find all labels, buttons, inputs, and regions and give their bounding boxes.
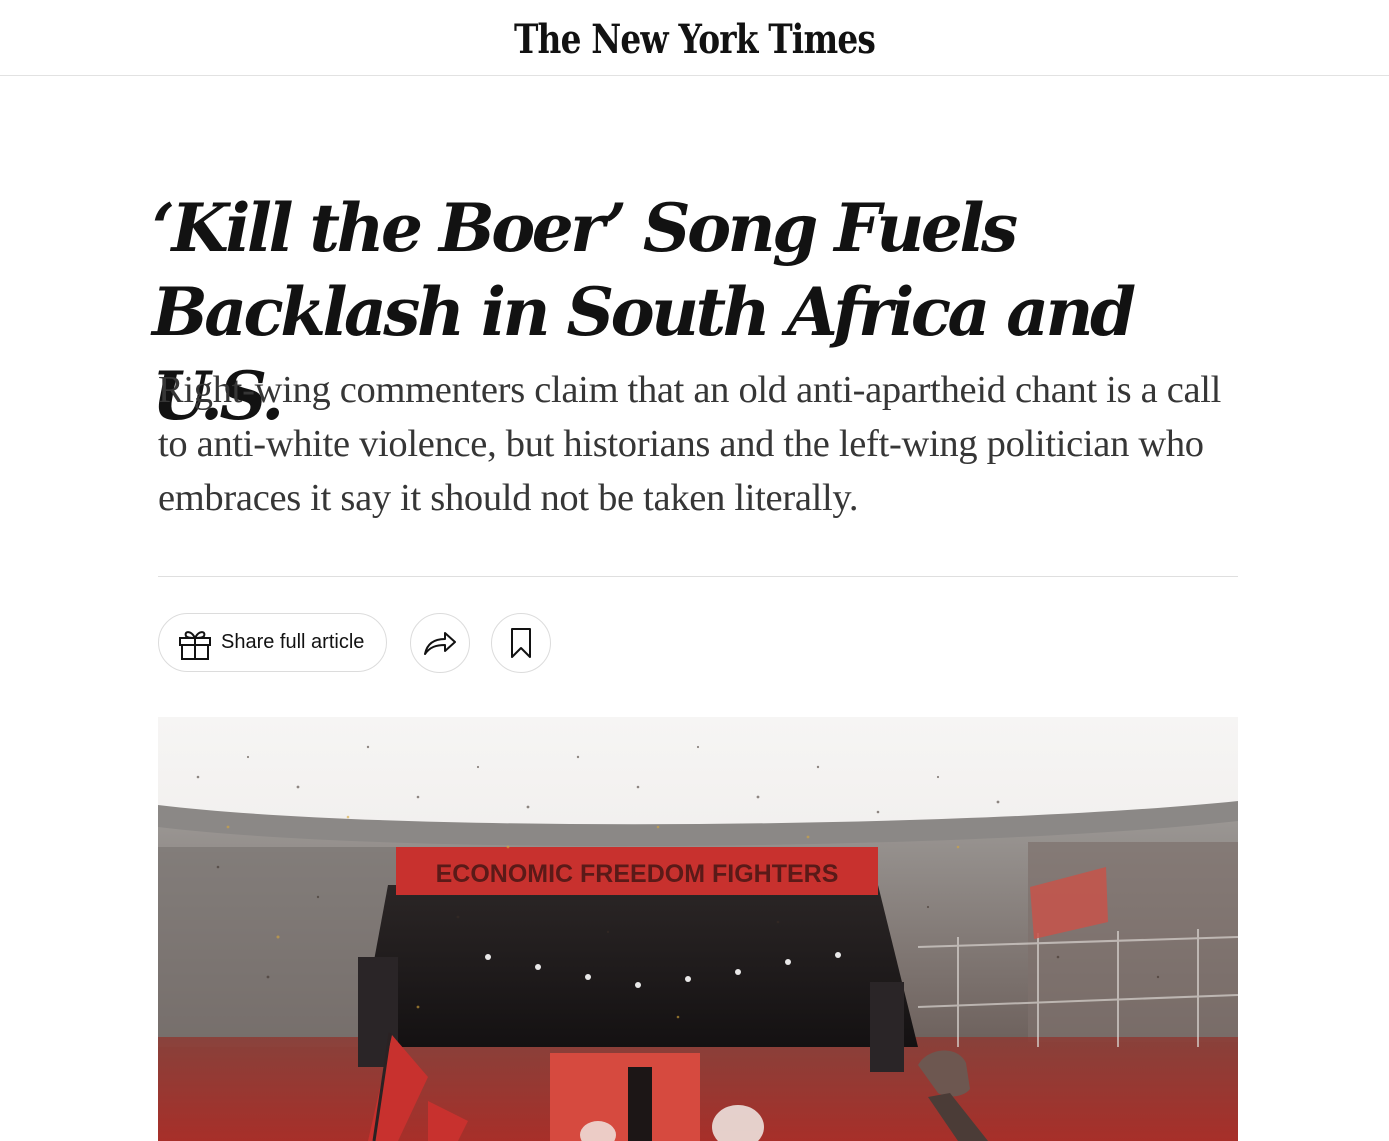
masthead: The New York Times <box>0 0 1389 76</box>
share-button[interactable] <box>410 613 470 673</box>
hero-image: ECONOMIC FREEDOM FIGHTERS <box>158 717 1238 1141</box>
stage-banner-text: ECONOMIC FREEDOM FIGHTERS <box>436 860 839 888</box>
nyt-logo[interactable]: The New York Times <box>125 12 1264 68</box>
gift-icon <box>177 626 213 662</box>
share-full-article-label: Share full article <box>221 631 365 653</box>
save-button[interactable] <box>491 613 551 673</box>
article-summary: Right-wing commenters claim that an old … <box>158 369 1222 519</box>
share-full-article-button[interactable]: Share full article <box>158 613 387 672</box>
divider <box>158 576 1238 577</box>
